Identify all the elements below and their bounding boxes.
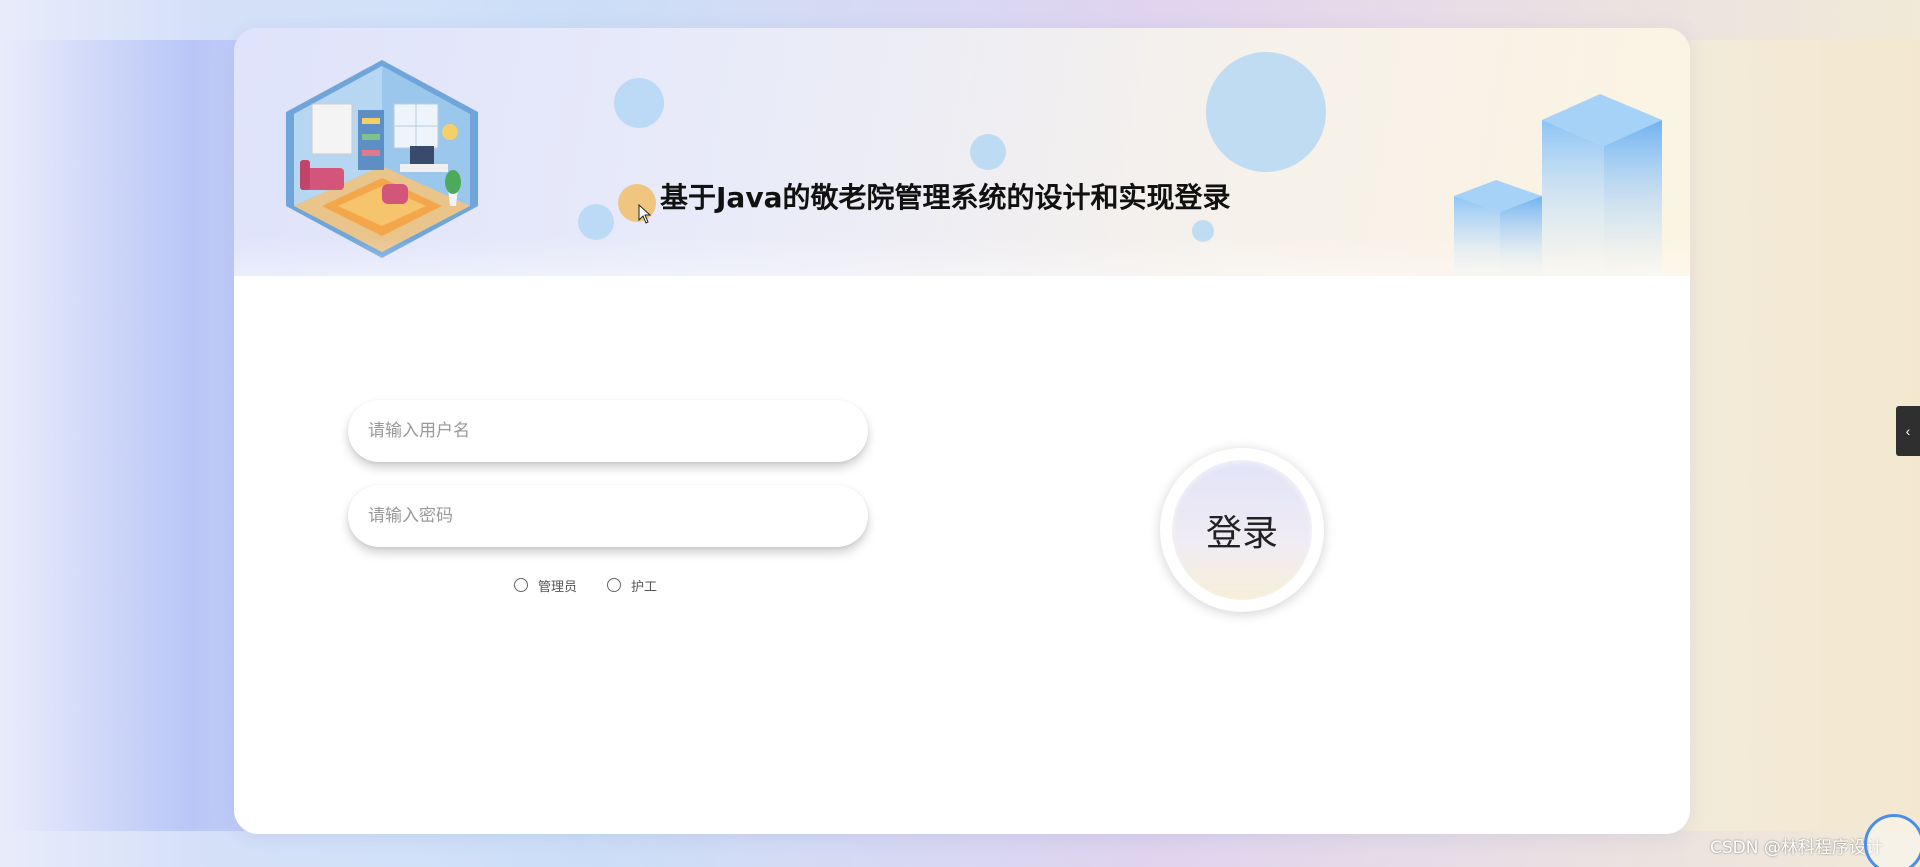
login-card: 基于Java的敬老院管理系统的设计和实现登录 管理员 护工 登录 — [234, 28, 1690, 834]
chevron-left-icon: ‹ — [1905, 423, 1911, 439]
login-button[interactable]: 登录 — [1172, 460, 1312, 600]
page-title: 基于Java的敬老院管理系统的设计和实现登录 — [660, 181, 1231, 214]
role-label-admin: 管理员 — [538, 579, 578, 595]
role-radio-group: 管理员 护工 — [514, 574, 687, 596]
decorative-bubble — [578, 204, 614, 240]
background-bottom-band — [0, 831, 1920, 867]
password-input[interactable] — [348, 485, 868, 547]
decorative-bubble — [1206, 52, 1326, 172]
decorative-bubble — [614, 78, 664, 128]
header-banner: 基于Java的敬老院管理系统的设计和实现登录 — [234, 28, 1690, 276]
role-radio-nurse[interactable]: 护工 — [607, 576, 657, 595]
role-label-nurse: 护工 — [631, 579, 658, 595]
watermark: CSDN @林科程序设计 — [1710, 838, 1883, 858]
mouse-cursor-icon — [638, 204, 652, 224]
side-collapse-tab[interactable]: ‹ — [1896, 406, 1920, 456]
room-illustration-icon — [286, 60, 478, 258]
username-input[interactable] — [348, 400, 868, 462]
assistant-chat-icon[interactable] — [1864, 814, 1920, 867]
radio-circle-icon[interactable] — [607, 578, 622, 592]
banner-fade — [234, 236, 1690, 276]
role-radio-admin[interactable]: 管理员 — [514, 576, 577, 595]
decorative-bubble — [970, 134, 1006, 170]
radio-circle-icon[interactable] — [514, 578, 528, 592]
